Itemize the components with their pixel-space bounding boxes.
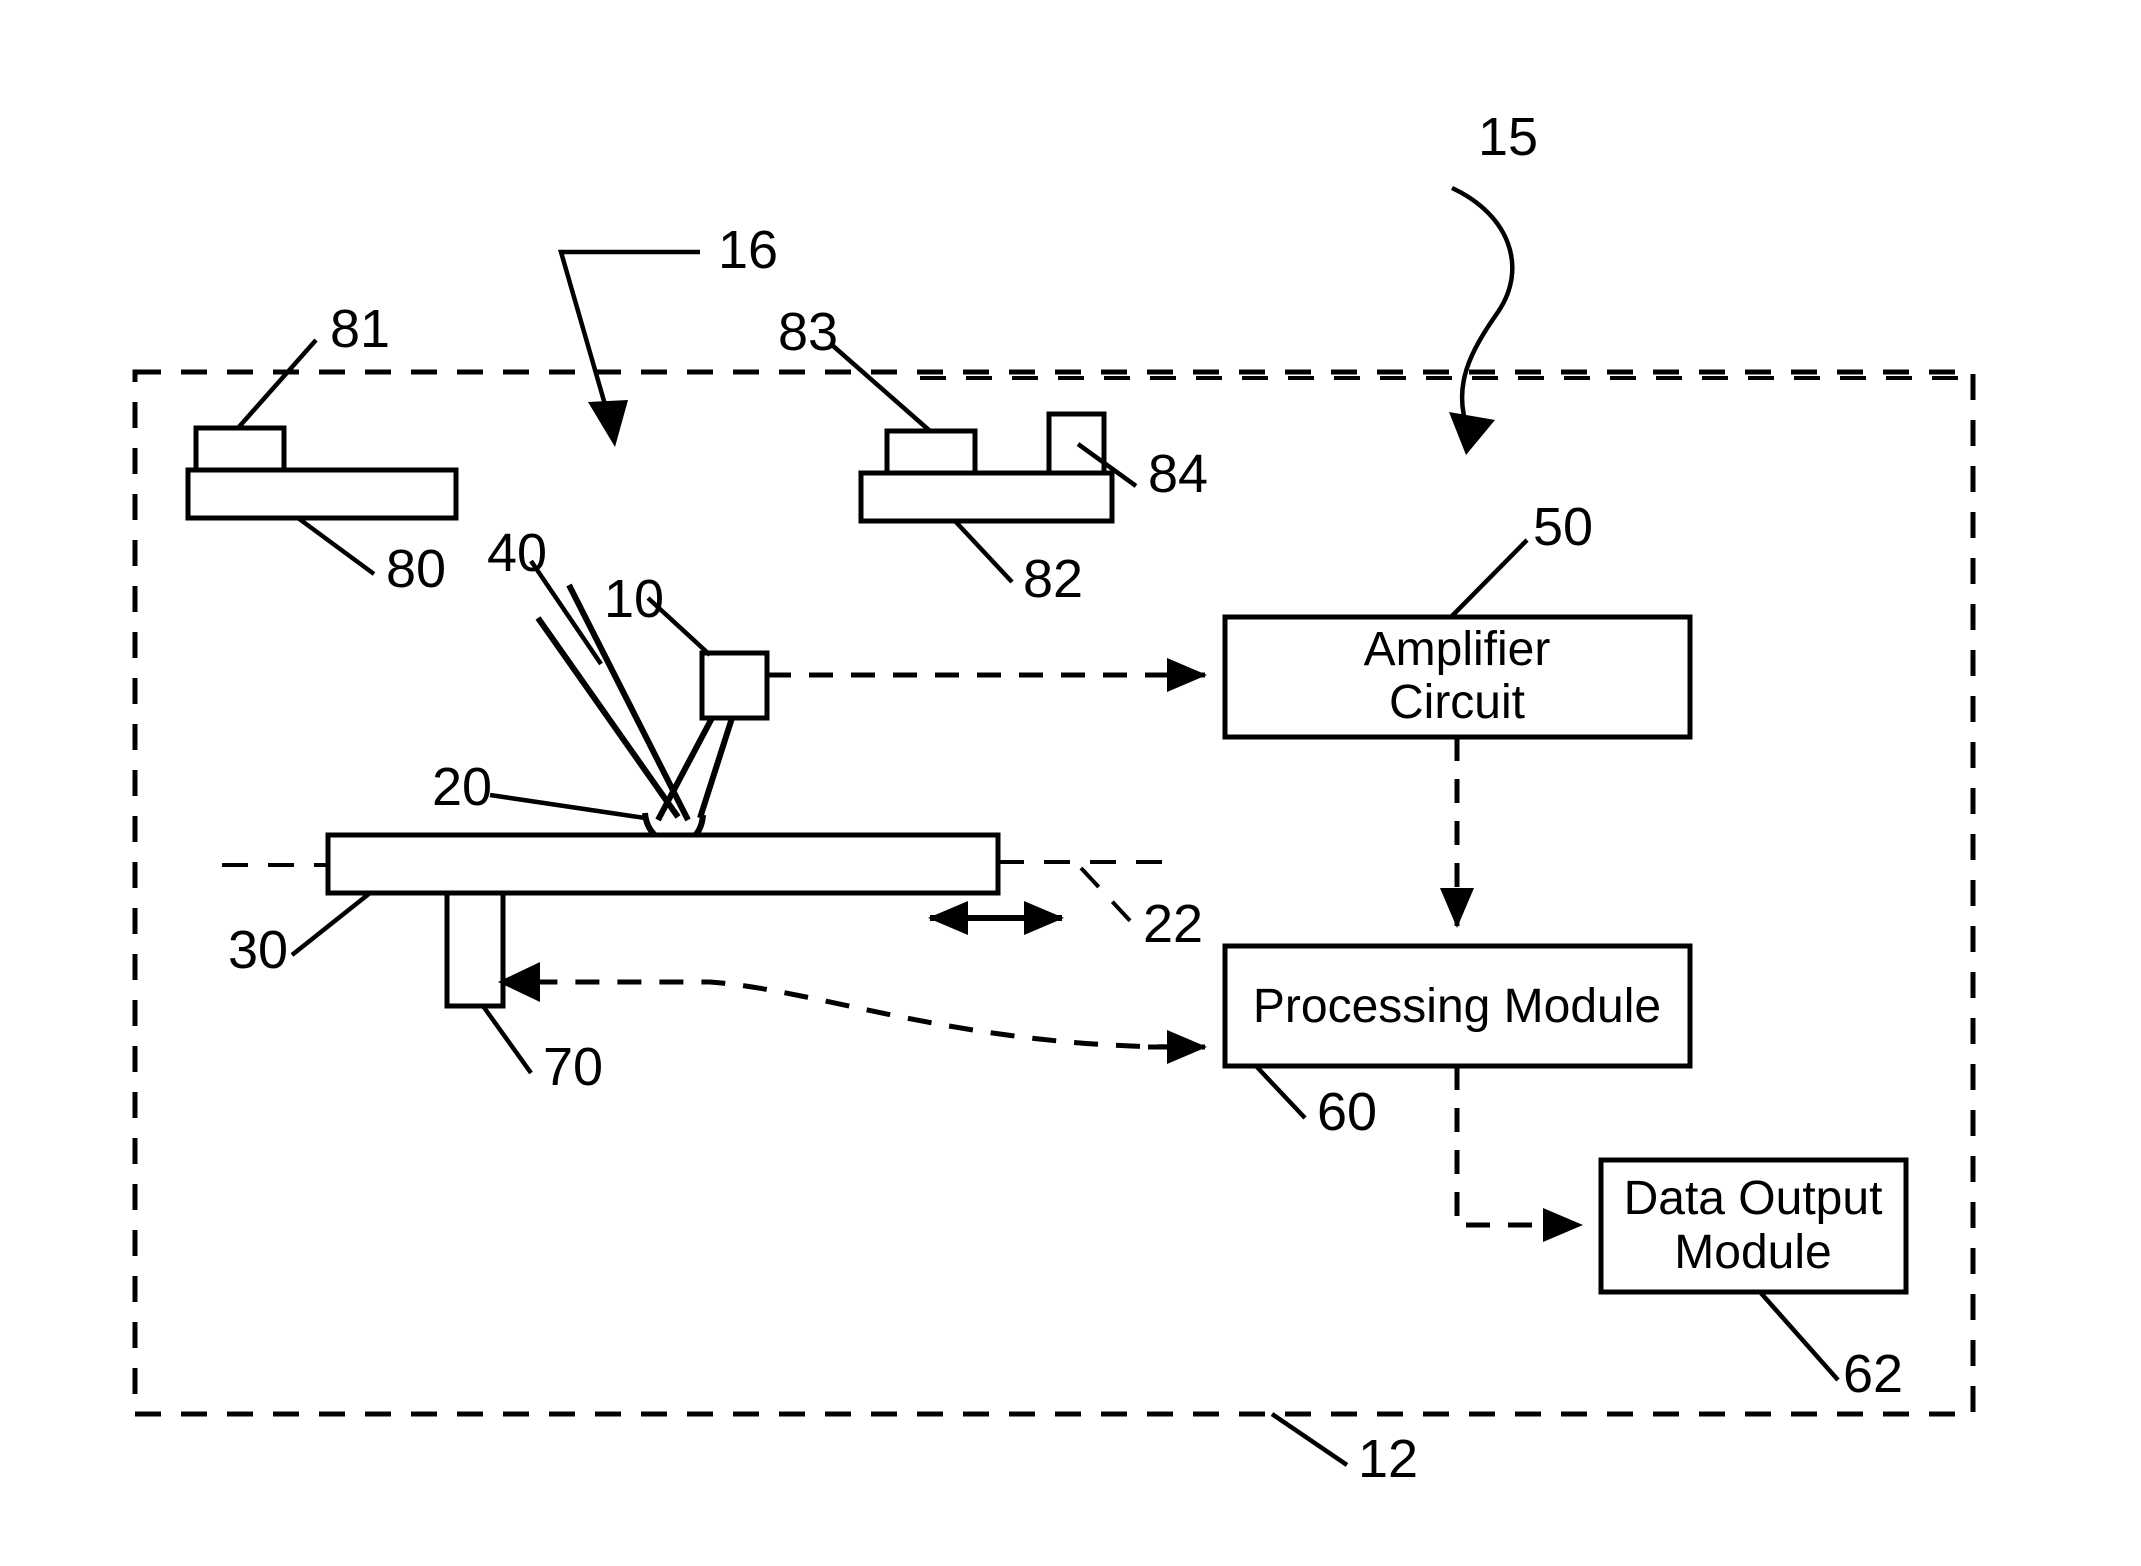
ref-62-leader [1758,1290,1840,1382]
signal-processing-to-data-output [1454,1066,1583,1242]
ref-label-10: 10 [604,569,664,629]
reference-block-82 [858,470,1115,524]
ref-40-leader [529,559,603,666]
ref-label-22: 22 [1143,894,1203,954]
data-output-module-label-line2: Module [1674,1226,1831,1279]
amplifier-circuit-label-line2: Circuit [1389,676,1525,729]
ref-label-15: 15 [1478,107,1538,167]
ref-22-leader [1079,866,1136,927]
cantilever-arm-upper [535,616,681,819]
ref-80-leader [296,516,376,576]
ref-30-leader [290,891,372,957]
ref-15-arrowhead [1449,412,1495,455]
ref-16-arrowhead [588,400,628,447]
ref-label-60: 60 [1317,1082,1377,1142]
figure-canvas: 15 16 81 80 83 84 82 40 10 20 30 22 70 A… [132,107,1976,1489]
ref-60-leader [1254,1064,1307,1120]
amplifier-circuit-label-line1: Amplifier [1364,623,1551,676]
reference-block-80 [185,467,459,521]
ref-label-50: 50 [1533,497,1593,557]
ref-81-leader [236,338,318,430]
ref-label-80: 80 [386,539,446,599]
ref-label-30: 30 [228,920,288,980]
stage-post-70 [444,890,506,1009]
ref-label-83: 83 [778,302,838,362]
ref-label-82: 82 [1023,549,1083,609]
ref-82-leader [953,519,1014,584]
ref-16-leader [558,249,700,416]
ref-label-70: 70 [543,1037,603,1097]
processing-module-label: Processing Module [1253,980,1661,1033]
sample-stage-30 [325,832,1001,896]
ref-label-12: 12 [1358,1429,1418,1489]
ref-20-leader [489,792,646,821]
ref-12-leader [1270,1412,1349,1467]
ref-label-62: 62 [1843,1344,1903,1404]
ref-15-curved-leader [1451,185,1515,431]
ref-label-84: 84 [1148,444,1208,504]
signal-processing-to-stage-post [520,979,1183,1050]
data-output-module-label-line1: Data Output [1624,1172,1883,1225]
ref-label-16: 16 [718,220,778,280]
ref-label-81: 81 [330,299,390,359]
ref-label-20: 20 [432,757,492,817]
ref-50-leader [1449,538,1529,619]
ref-83-leader [830,343,932,433]
ref-70-leader [481,1004,533,1075]
patent-figure: 15 16 81 80 83 84 82 40 10 20 30 22 70 A… [0,0,2141,1566]
probe-sensor-box-10 [699,650,770,721]
